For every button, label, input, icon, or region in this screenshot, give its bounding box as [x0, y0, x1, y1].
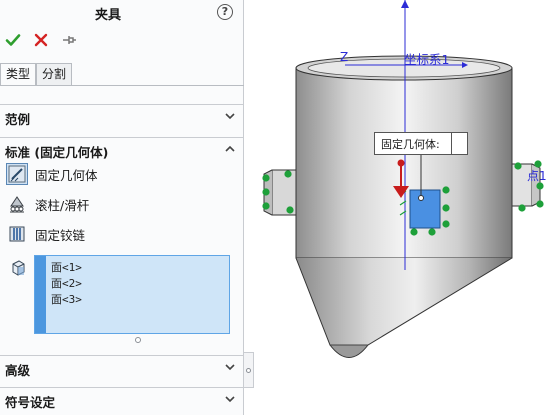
- chevron-down-icon: [225, 396, 235, 403]
- property-manager-panel: 夹具 ? 类型 分割 范例 标准 (固定几何体) 固定几何体 滚柱/滑杆 固定铰…: [0, 0, 244, 415]
- tab-split[interactable]: 分割: [36, 63, 73, 85]
- option-label: 固定几何体: [35, 167, 98, 183]
- list-item[interactable]: 面<3>: [51, 291, 82, 307]
- section-example[interactable]: 范例: [0, 104, 244, 128]
- chevron-down-icon: [225, 364, 235, 371]
- callout-value-box: [451, 133, 467, 154]
- selected-face-highlight[interactable]: [409, 189, 441, 229]
- fixture-callout[interactable]: 固定几何体:: [374, 132, 468, 155]
- section-standard-label: 标准 (固定几何体): [5, 145, 109, 160]
- tab-type[interactable]: 类型: [0, 63, 37, 85]
- tab-bar: 类型 分割: [0, 63, 73, 85]
- section-symbol-label: 符号设定: [5, 395, 56, 410]
- list-item[interactable]: 面<2>: [51, 275, 82, 291]
- action-row: [4, 30, 78, 50]
- chevron-down-icon: [225, 113, 235, 120]
- roller-slider-icon: [6, 193, 28, 215]
- section-standard[interactable]: 标准 (固定几何体): [0, 137, 244, 161]
- accept-checkmark-icon[interactable]: [4, 31, 22, 49]
- section-symbol-settings[interactable]: 符号设定: [0, 387, 244, 411]
- chevron-up-icon: [225, 145, 235, 152]
- option-fixed-geometry[interactable]: 固定几何体: [6, 162, 98, 186]
- listbox-resize-handle[interactable]: [135, 337, 141, 343]
- graphics-viewport[interactable]: [245, 0, 555, 415]
- tab-divider: [0, 85, 244, 86]
- callout-text: 固定几何体:: [381, 137, 440, 151]
- axis-z-label: Z: [340, 50, 349, 64]
- section-advanced[interactable]: 高级: [0, 355, 244, 379]
- section-example-label: 范例: [5, 112, 31, 127]
- side-point-label[interactable]: 点1: [527, 167, 547, 184]
- section-advanced-label: 高级: [5, 363, 31, 378]
- cancel-x-icon[interactable]: [32, 31, 50, 49]
- fixed-geometry-icon: [6, 163, 28, 185]
- option-label: 滚柱/滑杆: [35, 197, 90, 213]
- coordinate-system-label[interactable]: 坐标系1: [404, 49, 449, 68]
- face-selection-icon: [12, 260, 25, 276]
- fixed-hinge-icon: [6, 223, 28, 245]
- panel-title: 夹具: [94, 8, 121, 23]
- option-fixed-hinge[interactable]: 固定铰链: [6, 222, 85, 246]
- option-roller-slider[interactable]: 滚柱/滑杆: [6, 192, 89, 216]
- listbox-stripe: [35, 256, 46, 333]
- help-icon[interactable]: ?: [217, 4, 233, 20]
- tank-cone[interactable]: [295, 257, 513, 358]
- faces-selection-listbox[interactable]: 面<1> 面<2> 面<3>: [34, 255, 230, 334]
- tank-cylinder[interactable]: [295, 55, 513, 259]
- list-item[interactable]: 面<1>: [51, 259, 82, 275]
- option-label: 固定铰链: [35, 227, 86, 243]
- pushpin-icon[interactable]: [60, 31, 78, 49]
